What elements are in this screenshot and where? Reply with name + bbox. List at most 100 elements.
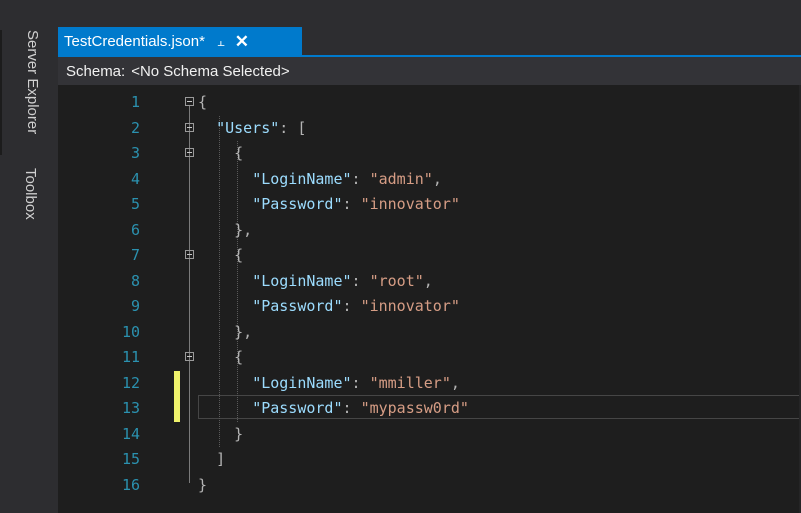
line-number: 13: [121, 399, 140, 417]
code-line[interactable]: 16}: [58, 473, 801, 499]
code-line[interactable]: 1{: [58, 90, 801, 116]
side-panel-rail: Server Explorer Toolbox: [0, 10, 58, 513]
change-marker: [174, 396, 180, 422]
code-line[interactable]: 8 "LoginName": "root",: [58, 269, 801, 295]
json-punctuation: [: [297, 118, 307, 137]
json-separator: :: [351, 271, 370, 290]
line-number: 3: [130, 144, 140, 162]
code-text: {: [198, 141, 243, 167]
json-punctuation: {: [198, 93, 208, 111]
code-line[interactable]: 13 "Password": "mypassw0rd": [58, 396, 801, 422]
line-number: 8: [130, 271, 140, 290]
code-line[interactable]: 4 "LoginName": "admin",: [58, 167, 801, 193]
line-number: 12: [121, 373, 140, 392]
line-number: 9: [130, 297, 140, 315]
document-tab-testcredentials[interactable]: TestCredentials.json* ⫠ ✕: [58, 27, 302, 56]
code-line[interactable]: 5 "Password": "innovator": [58, 192, 801, 218]
json-key: "Password": [252, 297, 343, 315]
json-value: "innovator": [360, 297, 460, 315]
json-value: "admin": [369, 169, 433, 188]
line-number: 7: [130, 246, 140, 264]
server-explorer-tab[interactable]: Server Explorer: [0, 30, 60, 155]
json-separator: :: [351, 373, 370, 392]
code-text: ]: [198, 447, 225, 473]
json-value: "mmiller": [369, 373, 451, 392]
line-number: 11: [121, 348, 140, 366]
code-line[interactable]: 2 "Users": [: [58, 116, 801, 142]
collapse-icon[interactable]: [185, 148, 194, 157]
line-number: 10: [121, 322, 140, 341]
schema-bar: Schema: <No Schema Selected>: [58, 57, 801, 85]
line-number: 16: [121, 475, 140, 494]
json-key: "LoginName": [252, 271, 352, 290]
json-punctuation: },: [234, 322, 253, 341]
code-line[interactable]: 11 {: [58, 345, 801, 371]
collapse-icon[interactable]: [185, 97, 194, 106]
line-number: 4: [130, 169, 140, 188]
json-separator: :: [342, 297, 361, 315]
code-text: "LoginName": "root",: [198, 269, 433, 295]
collapse-icon[interactable]: [185, 352, 194, 361]
code-text: {: [198, 90, 207, 116]
json-punctuation: {: [234, 144, 244, 162]
line-number: 1: [130, 93, 140, 111]
code-text: "LoginName": "admin",: [198, 167, 442, 193]
json-key: "LoginName": [252, 373, 352, 392]
json-punctuation: {: [234, 246, 244, 264]
pin-icon[interactable]: ⫠: [217, 34, 225, 50]
code-text: "Password": "innovator": [198, 192, 460, 218]
code-text: "LoginName": "mmiller",: [198, 371, 460, 397]
json-punctuation: }: [234, 424, 244, 443]
line-number: 14: [121, 424, 140, 443]
code-text: }: [198, 422, 243, 448]
toolbox-tab[interactable]: Toolbox: [0, 168, 58, 238]
json-separator: :: [342, 195, 361, 213]
code-text: "Users": [: [198, 116, 306, 142]
json-key: "Users": [216, 118, 280, 137]
close-icon[interactable]: ✕: [235, 32, 249, 52]
json-separator: :: [351, 169, 370, 188]
json-punctuation: ,: [423, 271, 433, 290]
code-line[interactable]: 3 {: [58, 141, 801, 167]
json-punctuation: ,: [450, 373, 460, 392]
json-punctuation: {: [234, 348, 244, 366]
json-punctuation: ]: [216, 450, 226, 468]
code-text: },: [198, 320, 252, 346]
json-value: "innovator": [360, 195, 460, 213]
code-line[interactable]: 6 },: [58, 218, 801, 244]
code-text: "Password": "innovator": [198, 294, 460, 320]
code-line[interactable]: 9 "Password": "innovator": [58, 294, 801, 320]
collapse-icon[interactable]: [185, 250, 194, 259]
json-punctuation: ,: [432, 169, 442, 188]
code-line[interactable]: 7 {: [58, 243, 801, 269]
json-key: "Password": [252, 195, 343, 213]
json-separator: :: [279, 118, 298, 137]
json-punctuation: }: [198, 475, 208, 494]
code-line[interactable]: 15 ]: [58, 447, 801, 473]
json-punctuation: },: [234, 220, 253, 239]
code-line[interactable]: 12 "LoginName": "mmiller",: [58, 370, 801, 397]
document-tab-title: TestCredentials.json*: [64, 33, 205, 50]
json-separator: :: [342, 399, 361, 417]
code-text: {: [198, 243, 243, 269]
code-line[interactable]: 14 }: [58, 422, 801, 448]
schema-label: Schema:: [66, 62, 126, 80]
line-number: 2: [130, 118, 140, 137]
collapse-icon[interactable]: [185, 122, 194, 132]
code-line[interactable]: 10 },: [58, 320, 801, 346]
schema-selector[interactable]: <No Schema Selected>: [131, 63, 289, 80]
line-number: 15: [121, 450, 140, 468]
code-editor[interactable]: 1{2 "Users": [3 {4 "LoginName": "admin",…: [58, 85, 801, 513]
json-value: "root": [369, 271, 424, 290]
code-text: "Password": "mypassw0rd": [198, 396, 469, 422]
toolbox-label: Toolbox: [22, 168, 39, 220]
code-text: },: [198, 218, 252, 244]
code-text: {: [198, 345, 243, 371]
json-key: "LoginName": [252, 169, 352, 188]
line-number: 5: [130, 195, 140, 213]
document-tab-bar: TestCredentials.json* ⫠ ✕: [58, 10, 801, 56]
json-key: "Password": [252, 399, 343, 417]
server-explorer-label: Server Explorer: [24, 30, 41, 135]
json-value: "mypassw0rd": [360, 399, 469, 417]
line-number: 6: [130, 220, 140, 239]
